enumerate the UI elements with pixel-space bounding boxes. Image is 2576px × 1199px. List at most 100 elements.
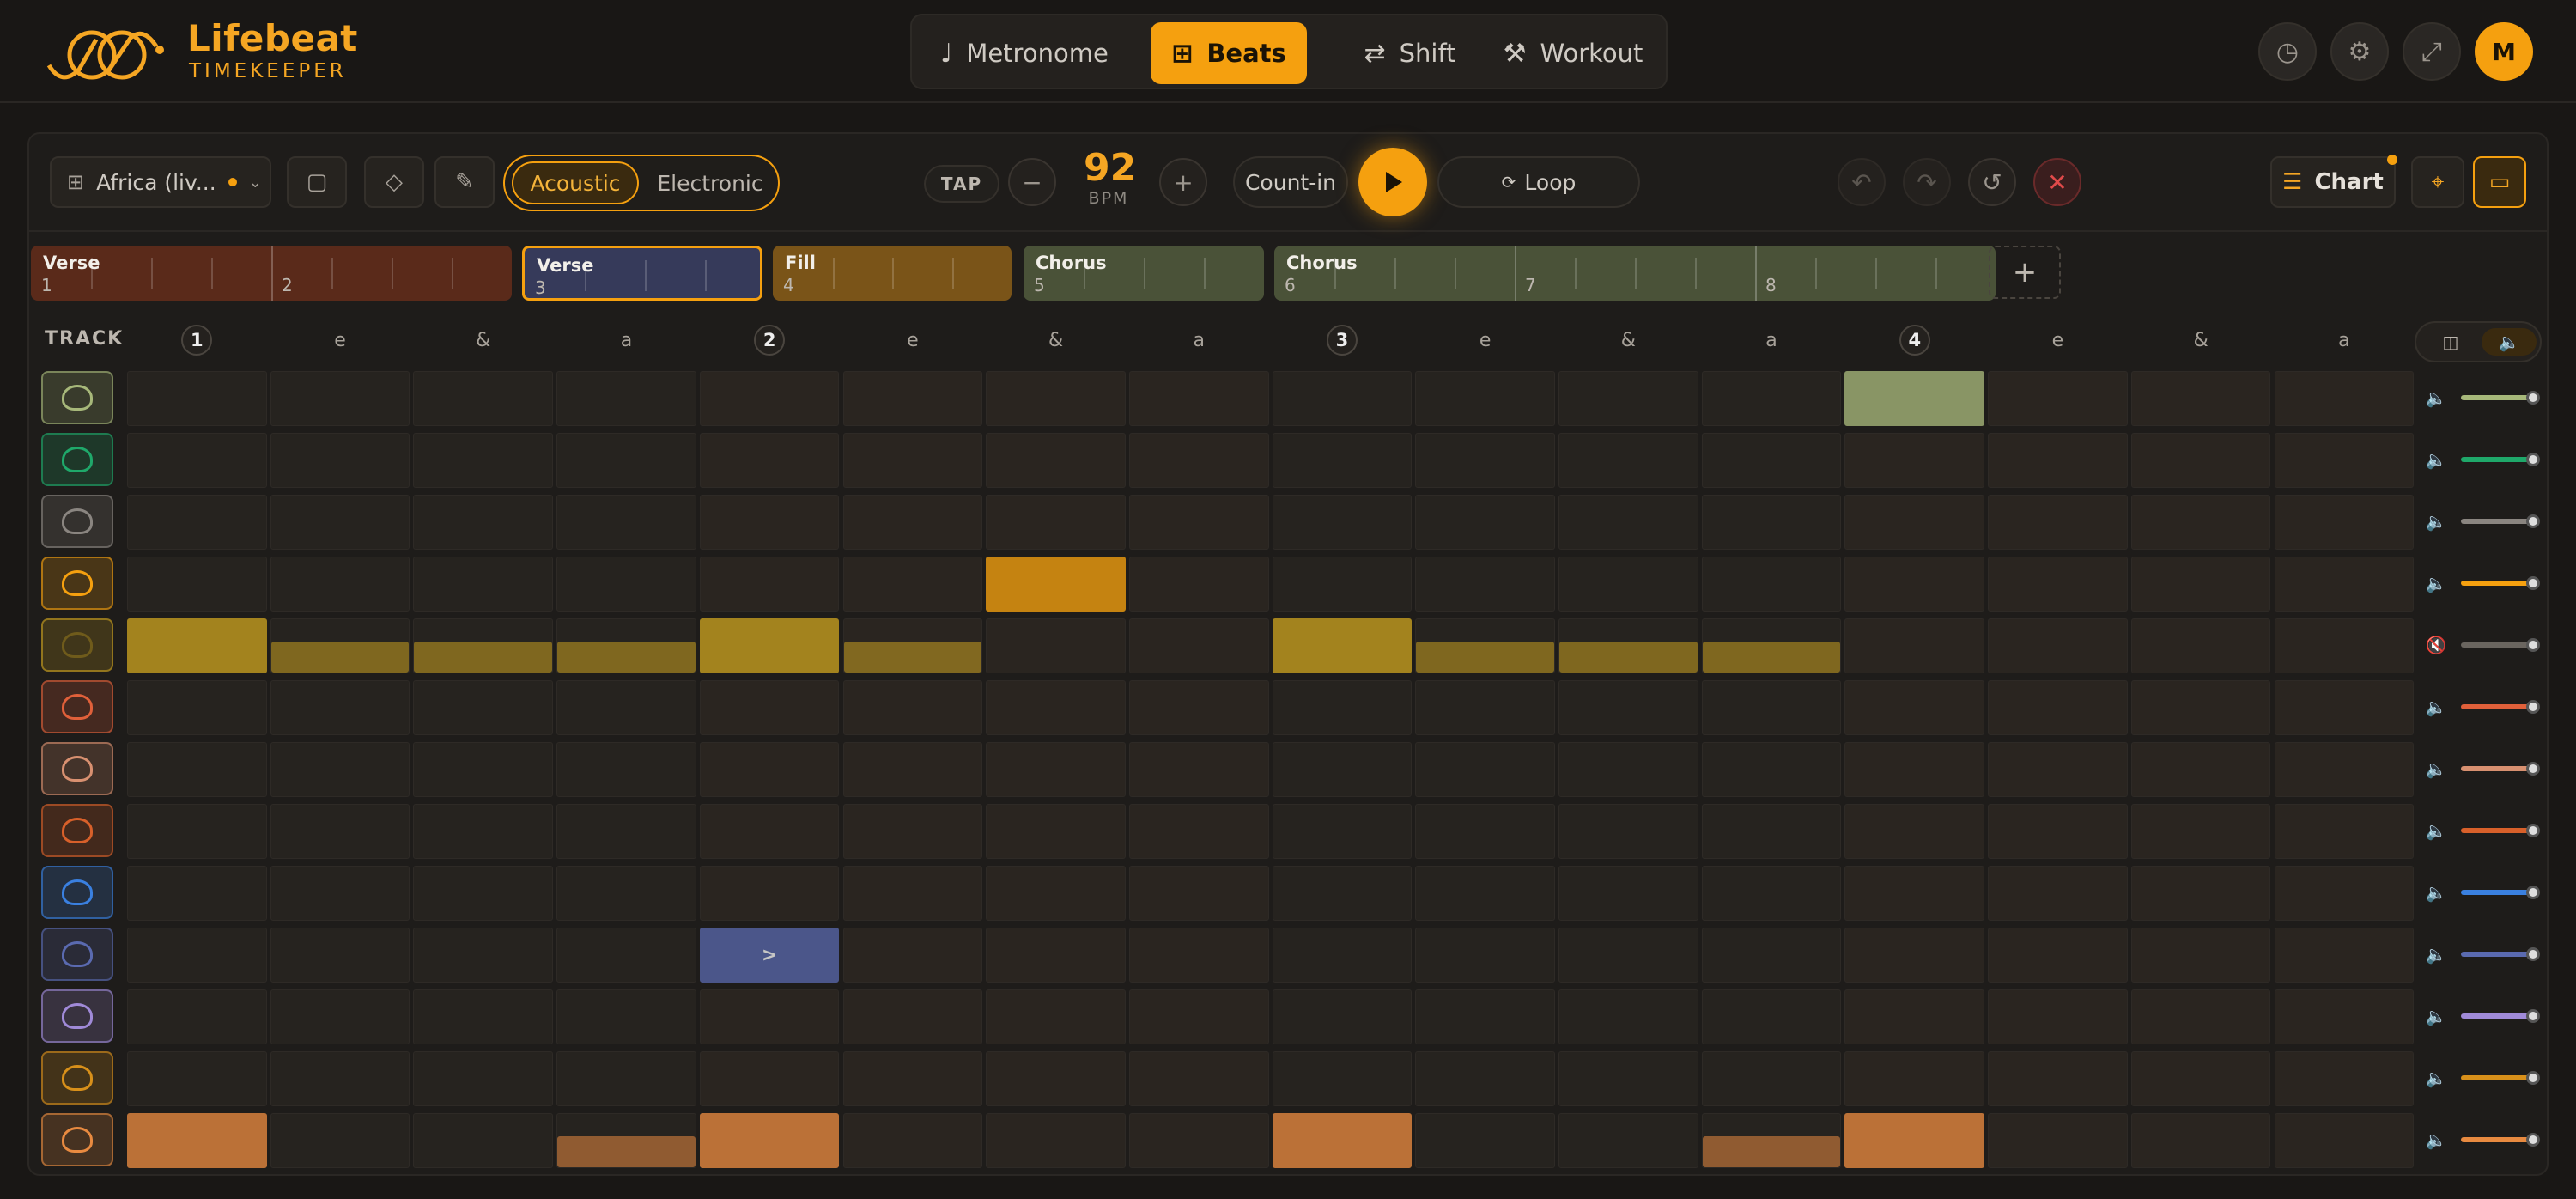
step-cell[interactable] xyxy=(1558,495,1698,550)
step-cell[interactable] xyxy=(1272,804,1413,859)
step-cell[interactable] xyxy=(556,618,696,673)
step-cell[interactable] xyxy=(556,1051,696,1106)
step-cell[interactable] xyxy=(1128,557,1269,612)
ride-cymbal-icon[interactable] xyxy=(41,557,113,610)
step-cell[interactable] xyxy=(2130,371,2271,426)
step-cell[interactable] xyxy=(1701,557,1842,612)
step-cell[interactable] xyxy=(2274,495,2415,550)
step-cell[interactable] xyxy=(1128,371,1269,426)
step-cell[interactable] xyxy=(1844,680,1985,735)
step-cell[interactable] xyxy=(127,804,267,859)
speaker-icon[interactable]: 🔈 xyxy=(2425,448,2447,471)
step-cell[interactable] xyxy=(270,495,410,550)
step-cell[interactable] xyxy=(986,989,1126,1044)
step-cell[interactable] xyxy=(2274,866,2415,921)
step-cell[interactable] xyxy=(1128,989,1269,1044)
step-cell[interactable] xyxy=(413,804,554,859)
speaker-icon[interactable]: 🔈 xyxy=(2425,510,2447,533)
step-cell[interactable] xyxy=(127,495,267,550)
tab-workout[interactable]: ⚒ Workout xyxy=(1487,22,1659,84)
step-cell[interactable] xyxy=(127,989,267,1044)
reset-button[interactable]: ↺ xyxy=(1968,158,2016,206)
volume-slider-handle[interactable] xyxy=(2526,947,2540,961)
step-cell[interactable] xyxy=(413,866,554,921)
speaker-icon[interactable]: 🔈 xyxy=(2425,881,2447,904)
note[interactable] xyxy=(1272,618,1413,673)
step-cell[interactable] xyxy=(1272,557,1413,612)
step-cell[interactable] xyxy=(986,495,1126,550)
section-2[interactable]: Verse 3 xyxy=(522,246,762,301)
bpm-increase-button[interactable]: + xyxy=(1159,158,1207,206)
step-cell[interactable] xyxy=(2130,495,2271,550)
play-button[interactable] xyxy=(1358,148,1427,216)
step-cell[interactable] xyxy=(1701,680,1842,735)
step-cell[interactable] xyxy=(1558,1113,1698,1168)
volume-slider-handle[interactable] xyxy=(2526,453,2540,466)
step-cell[interactable] xyxy=(127,742,267,797)
step-cell[interactable] xyxy=(1988,557,2128,612)
step-cell[interactable] xyxy=(556,371,696,426)
step-cell[interactable] xyxy=(1558,928,1698,983)
step-cell[interactable] xyxy=(270,371,410,426)
tab-metronome[interactable]: ♩ Metronome xyxy=(926,22,1123,84)
step-cell[interactable] xyxy=(842,804,983,859)
step-cell[interactable] xyxy=(1272,433,1413,488)
step-cell[interactable] xyxy=(1558,557,1698,612)
step-cell[interactable] xyxy=(1272,742,1413,797)
step-cell[interactable] xyxy=(1128,804,1269,859)
step-cell[interactable] xyxy=(556,680,696,735)
step-cell[interactable] xyxy=(556,495,696,550)
note[interactable] xyxy=(1844,1113,1985,1168)
china-cymbal-icon[interactable] xyxy=(41,433,113,486)
step-cell[interactable] xyxy=(986,1113,1126,1168)
step-cell[interactable] xyxy=(1558,433,1698,488)
loop-button[interactable]: ⟳ Loop xyxy=(1437,156,1640,208)
speaker-icon[interactable]: 🔈 xyxy=(2425,386,2447,409)
step-cell[interactable] xyxy=(413,928,554,983)
step-cell[interactable] xyxy=(2130,557,2271,612)
step-cell[interactable] xyxy=(1701,371,1842,426)
step-cell[interactable] xyxy=(699,804,840,859)
speaker-icon[interactable]: 🔈 xyxy=(2425,943,2447,965)
step-cell[interactable] xyxy=(1844,495,1985,550)
step-cell[interactable] xyxy=(986,804,1126,859)
step-cell[interactable] xyxy=(986,680,1126,735)
bpm-decrease-button[interactable]: − xyxy=(1008,158,1056,206)
volume-slider[interactable] xyxy=(2461,519,2537,524)
step-cell[interactable] xyxy=(1272,371,1413,426)
kit-electronic[interactable]: Electronic xyxy=(646,161,775,204)
muted-speaker-icon[interactable]: 🔇 xyxy=(2425,634,2447,656)
speaker-icon[interactable]: 🔈 xyxy=(2425,572,2447,594)
step-cell[interactable] xyxy=(1128,1051,1269,1106)
speaker-icon[interactable]: 🔈 xyxy=(2425,1005,2447,1027)
step-cell[interactable] xyxy=(127,557,267,612)
step-cell[interactable] xyxy=(2274,1051,2415,1106)
accent-note[interactable]: > xyxy=(699,928,840,983)
step-cell[interactable] xyxy=(413,1051,554,1106)
step-cell[interactable] xyxy=(1701,866,1842,921)
step-cell[interactable] xyxy=(1558,1051,1698,1106)
step-cell[interactable] xyxy=(270,618,410,673)
step-cell[interactable] xyxy=(986,618,1126,673)
step-cell[interactable] xyxy=(1844,433,1985,488)
step-cell[interactable] xyxy=(699,433,840,488)
step-cell[interactable] xyxy=(270,557,410,612)
step-cell[interactable] xyxy=(1272,866,1413,921)
step-cell[interactable] xyxy=(2130,928,2271,983)
cowbell-icon[interactable] xyxy=(41,495,113,548)
note[interactable] xyxy=(1844,371,1985,426)
step-cell[interactable] xyxy=(556,1113,696,1168)
volume-slider[interactable] xyxy=(2461,1013,2537,1019)
step-cell[interactable] xyxy=(127,928,267,983)
step-cell[interactable] xyxy=(986,928,1126,983)
step-cell[interactable] xyxy=(1558,618,1698,673)
step-cell[interactable] xyxy=(1128,1113,1269,1168)
volume-slider[interactable] xyxy=(2461,1137,2537,1142)
step-cell[interactable] xyxy=(2130,1113,2271,1168)
step-cell[interactable] xyxy=(1415,371,1555,426)
step-cell[interactable] xyxy=(1128,680,1269,735)
step-cell[interactable] xyxy=(2274,557,2415,612)
step-cell[interactable] xyxy=(842,680,983,735)
step-cell[interactable] xyxy=(1988,495,2128,550)
step-cell[interactable] xyxy=(1844,742,1985,797)
